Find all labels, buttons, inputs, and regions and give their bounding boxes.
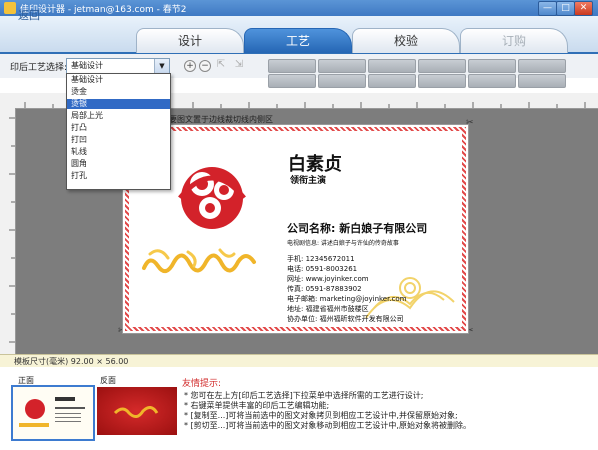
craft-tool-button[interactable] — [468, 59, 516, 73]
front-thumbnail[interactable] — [11, 385, 95, 441]
tab-craft[interactable]: 工艺 — [244, 28, 352, 53]
status-bar: 模板尺寸(毫米) 92.00 × 56.00 — [0, 354, 598, 367]
card-web[interactable]: 网址: www.joyinker.com — [287, 274, 369, 284]
craft-dropdown-list: 基础设计 烫金 烫银 局部上光 打凸 打凹 轧线 圆角 打孔 — [66, 73, 171, 190]
card-tel[interactable]: 电话: 0591-8003261 — [287, 264, 357, 274]
card-fax[interactable]: 传真: 0591-87883902 — [287, 284, 362, 294]
craft-tool-button[interactable] — [268, 59, 316, 73]
ruler-corner — [0, 93, 15, 108]
card-company[interactable]: 公司名称: 新白娘子有限公司 — [287, 220, 427, 236]
app-icon — [4, 2, 16, 14]
craft-tool-button[interactable] — [268, 74, 316, 88]
chevron-down-icon[interactable]: ▼ — [154, 59, 169, 74]
remove-craft-button[interactable]: − — [199, 60, 211, 72]
dropdown-option-spot-uv[interactable]: 局部上光 — [67, 111, 170, 121]
tab-verify[interactable]: 校验 — [352, 28, 460, 53]
tip-line: * [剪切至...]可将当前选中的图文对象移动到相应工艺设计中,原始对象将被删除… — [184, 421, 471, 430]
card-assoc[interactable]: 协办单位: 福州福昕软件开发有限公司 — [287, 314, 404, 324]
tips-title: 友情提示: — [182, 379, 222, 389]
close-button[interactable]: ✕ — [574, 1, 593, 16]
dropdown-option-gold-foil[interactable]: 烫金 — [67, 87, 170, 97]
back-thumb-label: 反面 — [100, 376, 116, 385]
craft-tool-button[interactable] — [518, 74, 566, 88]
craft-tool-button[interactable] — [368, 74, 416, 88]
maximize-button[interactable]: □ — [556, 1, 575, 16]
dropdown-option-deboss[interactable]: 打凹 — [67, 135, 170, 145]
craft-select-label: 印后工艺选择: — [10, 63, 68, 73]
card-address[interactable]: 地址: 福建省福州市鼓楼区 — [287, 304, 369, 314]
dropdown-option-basic[interactable]: 基础设计 — [67, 75, 170, 85]
craft-tool-button[interactable] — [318, 74, 366, 88]
card-email[interactable]: 电子邮箱: marketing@joyinker.com — [287, 294, 407, 304]
craft-tool-button[interactable] — [518, 59, 566, 73]
cut-to-icon[interactable]: ⇲ — [232, 59, 246, 71]
minimize-button[interactable]: — — [538, 1, 557, 16]
back-thumbnail[interactable] — [97, 387, 177, 435]
greeting-calligraphy-image[interactable] — [140, 242, 260, 282]
template-size-text: 模板尺寸(毫米) 92.00 × 56.00 — [14, 357, 129, 366]
add-craft-button[interactable]: + — [184, 60, 196, 72]
dropdown-option-emboss[interactable]: 打凸 — [67, 123, 170, 133]
vertical-ruler — [0, 108, 16, 354]
dropdown-option-crease[interactable]: 轧线 — [67, 147, 170, 157]
card-phone[interactable]: 手机: 12345672011 — [287, 254, 355, 264]
tab-design[interactable]: 设计 — [136, 28, 244, 53]
craft-tool-button[interactable] — [468, 74, 516, 88]
back-button[interactable]: 返回 — [18, 6, 68, 26]
fu-logo-image[interactable] — [170, 160, 252, 234]
craft-select-value: 基础设计 — [71, 61, 103, 70]
craft-tool-button[interactable] — [318, 59, 366, 73]
copy-to-icon[interactable]: ⇱ — [214, 59, 228, 71]
card-role[interactable]: 领衔主演 — [290, 173, 326, 186]
dropdown-option-punch-hole[interactable]: 打孔 — [67, 171, 170, 181]
craft-tool-button[interactable] — [368, 59, 416, 73]
card-slogan[interactable]: 电视剧信息: 讲述白娘子与许仙的传奇故事 — [287, 238, 399, 247]
tab-order[interactable]: 订购 — [460, 28, 568, 53]
craft-tool-button[interactable] — [418, 74, 466, 88]
craft-tool-button[interactable] — [418, 59, 466, 73]
dropdown-option-round-corner[interactable]: 圆角 — [67, 159, 170, 169]
title-bar: 佳印设计器 - jetman@163.com - 春节2 — □ ✕ — [0, 0, 598, 16]
dropdown-option-silver-foil[interactable]: 烫银 — [67, 99, 170, 109]
